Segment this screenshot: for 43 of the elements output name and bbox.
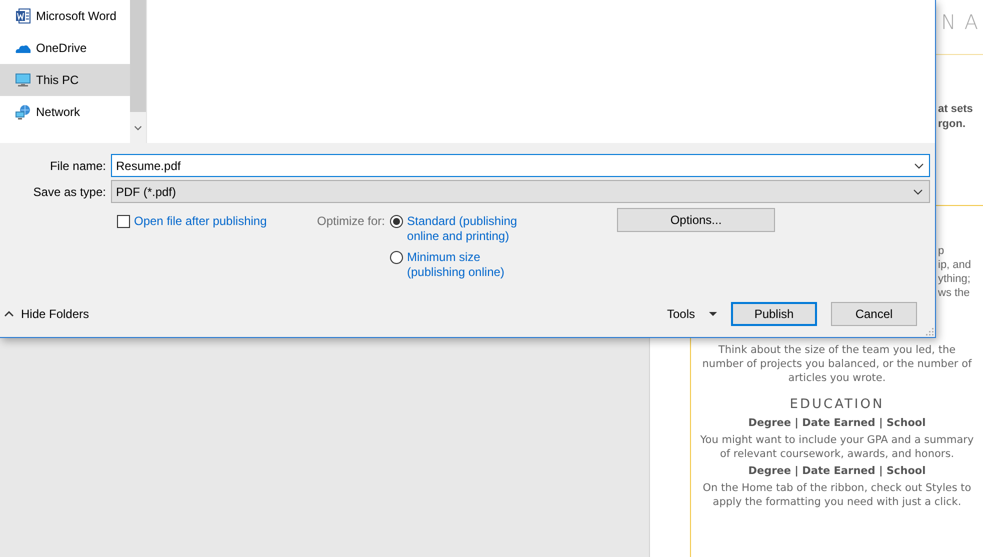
field-label: Save as type: [32, 184, 107, 198]
section-heading: EDUCATION [788, 397, 886, 412]
body-text: ip, and [938, 258, 972, 272]
body-text: On the Home tab of the ribbon, check out Styles to apply the formatting you need with just a click. [702, 481, 972, 509]
body-text: ws the [938, 286, 971, 300]
radio-label[interactable]: Minimum size (publishing online) [407, 250, 528, 280]
file-name-field[interactable]: Resume.pdf [111, 154, 930, 177]
checkbox-label[interactable]: Open file after publishing [134, 214, 267, 228]
radio-label[interactable]: Standard (publishing online and printing) [407, 214, 528, 244]
network-icon [15, 104, 31, 120]
checkbox[interactable] [117, 215, 130, 228]
chevron-up-icon [4, 311, 14, 317]
entry-title: Degree | Date Earned | School [747, 465, 927, 477]
cancel-button[interactable]: Cancel [831, 302, 917, 326]
optimize-label: Optimize for: [317, 214, 386, 228]
body-text: p [938, 244, 946, 258]
body-text: rgon. [938, 117, 966, 132]
scroll-down-icon[interactable] [134, 125, 142, 131]
field-label: File name: [48, 158, 107, 172]
hide-folders-button[interactable]: Hide Folders [0, 307, 90, 321]
name-heading: N A [941, 10, 979, 34]
nav-item[interactable]: OneDrive [0, 32, 130, 64]
word-document-icon [15, 8, 31, 24]
nav-item[interactable]: Microsoft Word [0, 8, 130, 24]
monitor-icon [15, 72, 31, 88]
nav-item[interactable]: Network [0, 96, 130, 128]
dropdown-triangle-icon [709, 312, 717, 316]
file-type-dropdown[interactable]: PDF (*.pdf) [111, 180, 930, 203]
body-text: You might want to include your GPA and a summary of relevant coursework, awards, and honors. [699, 433, 975, 461]
radio-button[interactable] [390, 251, 404, 264]
resize-grip-icon[interactable] [925, 327, 934, 336]
publish-button[interactable]: Publish [731, 302, 817, 326]
tools-menu-button[interactable]: Tools [666, 307, 717, 321]
radio-button[interactable] [390, 215, 404, 228]
body-text: at sets [938, 102, 973, 117]
entry-title: Degree | Date Earned | School [747, 417, 927, 429]
nav-item[interactable]: This PC [0, 64, 130, 96]
body-text: Think about the size of the team you led, the number of projects you balanced, or the number of articles you wrote. [701, 343, 973, 385]
body-text: ything; [938, 272, 972, 286]
chevron-down-icon [913, 188, 923, 194]
options-button[interactable]: Options... [617, 208, 775, 232]
scrollbar[interactable] [130, 0, 146, 143]
chevron-down-icon [914, 163, 924, 169]
